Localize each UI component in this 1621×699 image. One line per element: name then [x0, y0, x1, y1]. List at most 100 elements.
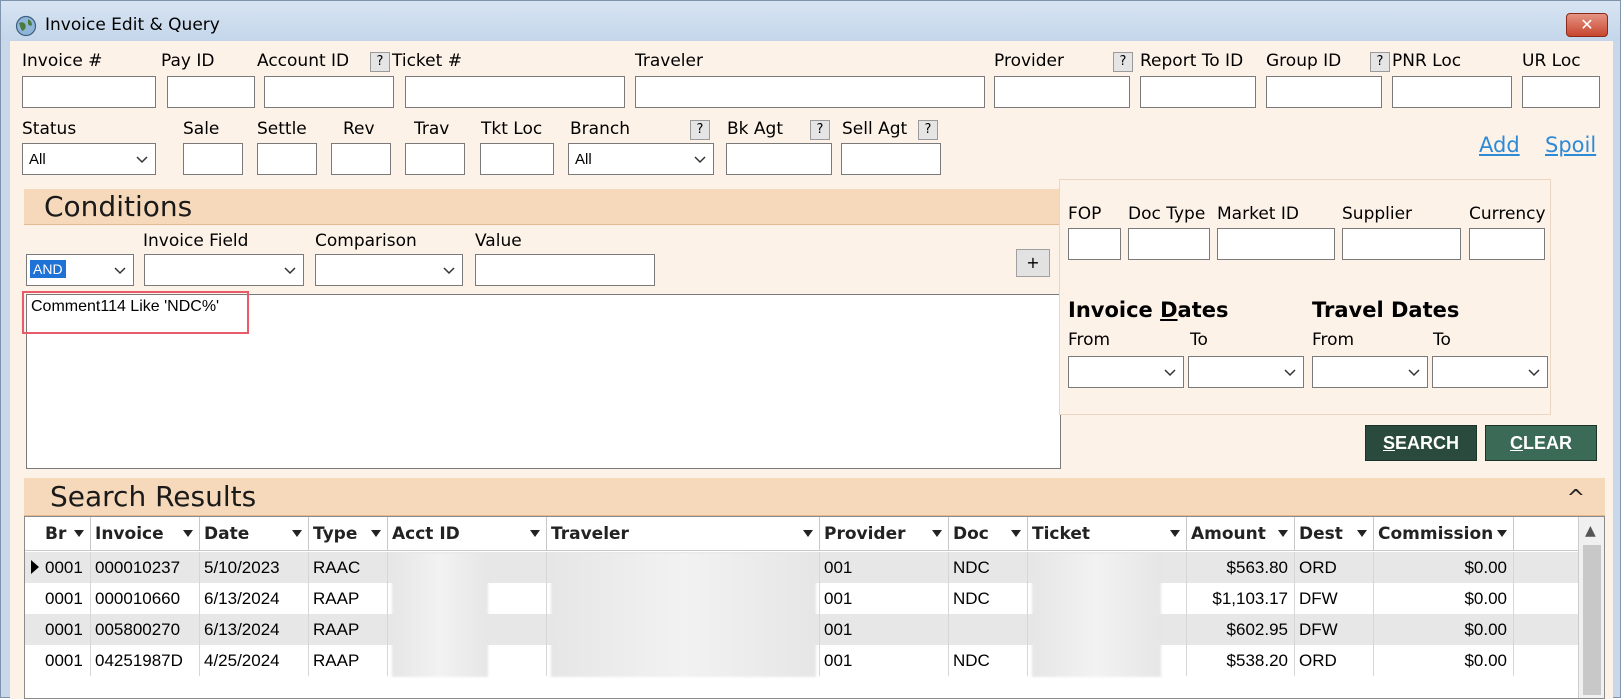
- sale-input[interactable]: [183, 143, 243, 175]
- comparison-select[interactable]: [315, 254, 463, 286]
- account-id-label: Account ID: [257, 51, 350, 71]
- currency-input[interactable]: [1469, 228, 1545, 260]
- supplier-label: Supplier: [1342, 204, 1413, 224]
- sort-arrow-icon: [183, 530, 193, 537]
- close-button[interactable]: ✕: [1566, 13, 1608, 37]
- value-label: Value: [475, 231, 522, 251]
- col-provider[interactable]: Provider: [820, 517, 949, 551]
- spoil-link[interactable]: Spoil: [1545, 133, 1596, 157]
- pnr-loc-input[interactable]: [1392, 76, 1512, 108]
- col-amount[interactable]: Amount: [1187, 517, 1295, 551]
- sort-arrow-icon: [1170, 530, 1180, 537]
- add-condition-button[interactable]: +: [1016, 249, 1050, 277]
- logic-select[interactable]: AND: [26, 254, 134, 286]
- travel-from-select[interactable]: [1312, 356, 1428, 388]
- travel-to-label: To: [1433, 330, 1451, 350]
- col-doc[interactable]: Doc: [949, 517, 1028, 551]
- results-header: Search Results ^: [24, 478, 1605, 516]
- chevron-down-icon: [694, 156, 706, 164]
- branch-select[interactable]: All: [568, 143, 714, 175]
- sort-arrow-icon: [371, 530, 381, 537]
- bk-agt-input[interactable]: [726, 143, 832, 175]
- sell-agt-help-button[interactable]: ?: [918, 120, 938, 140]
- fop-input[interactable]: [1068, 228, 1121, 260]
- market-id-label: Market ID: [1217, 204, 1299, 224]
- col-type[interactable]: Type: [309, 517, 388, 551]
- invoice-dates-heading: Invoice Dates: [1068, 298, 1228, 322]
- provider-label: Provider: [994, 51, 1064, 71]
- invoice-from-select[interactable]: [1068, 356, 1184, 388]
- table-cell: ORD: [1295, 552, 1374, 583]
- col-invoice[interactable]: Invoice: [91, 517, 200, 551]
- col-dest[interactable]: Dest: [1295, 517, 1374, 551]
- col-acct-id[interactable]: Acct ID: [388, 517, 547, 551]
- branch-help-button[interactable]: ?: [690, 120, 710, 140]
- tkt-loc-input[interactable]: [480, 143, 554, 175]
- sort-arrow-icon: [1011, 530, 1021, 537]
- rev-label: Rev: [343, 119, 375, 139]
- table-cell: 4/25/2024: [200, 645, 309, 676]
- collapse-icon[interactable]: ^: [1567, 480, 1585, 518]
- conditions-header: Conditions: [24, 189, 1062, 225]
- sort-arrow-icon: [1357, 530, 1367, 537]
- sell-agt-input[interactable]: [841, 143, 941, 175]
- col-commission[interactable]: Commission: [1374, 517, 1514, 551]
- close-icon: ✕: [1580, 15, 1594, 34]
- value-input[interactable]: [475, 254, 655, 286]
- market-id-input[interactable]: [1217, 228, 1335, 260]
- status-select[interactable]: All: [22, 143, 156, 175]
- col-ticket[interactable]: Ticket: [1028, 517, 1187, 551]
- pay-id-input[interactable]: [167, 76, 255, 108]
- bk-agt-label: Bk Agt: [727, 119, 783, 139]
- provider-input[interactable]: [994, 76, 1130, 108]
- sale-label: Sale: [183, 119, 220, 139]
- comparison-label: Comparison: [315, 231, 417, 251]
- title-bar[interactable]: Invoice Edit & Query ✕: [1, 1, 1620, 41]
- ur-loc-input[interactable]: [1522, 76, 1600, 108]
- ticket-num-input[interactable]: [405, 76, 625, 108]
- current-row-indicator-icon: [31, 560, 39, 574]
- results-scrollbar[interactable]: ▲: [1578, 517, 1604, 698]
- traveler-input[interactable]: [635, 76, 985, 108]
- report-to-id-input[interactable]: [1140, 76, 1256, 108]
- col-amount-label: Amount: [1191, 524, 1266, 544]
- conditions-title: Conditions: [44, 190, 193, 223]
- account-id-input[interactable]: [264, 76, 394, 108]
- invoice-to-select[interactable]: [1188, 356, 1304, 388]
- table-cell: NDC: [949, 645, 1028, 676]
- doc-type-input[interactable]: [1128, 228, 1210, 260]
- scroll-thumb[interactable]: [1583, 545, 1601, 695]
- clear-label: LEAR: [1523, 433, 1572, 453]
- invoice-num-input[interactable]: [22, 76, 156, 108]
- table-cell: DFW: [1295, 583, 1374, 614]
- invoice-field-select[interactable]: [144, 254, 304, 286]
- supplier-input[interactable]: [1342, 228, 1461, 260]
- add-link[interactable]: Add: [1479, 133, 1520, 157]
- traveler-label: Traveler: [635, 51, 703, 71]
- travel-to-select[interactable]: [1432, 356, 1548, 388]
- chevron-down-icon: [136, 156, 148, 164]
- search-button[interactable]: SEARCH: [1365, 425, 1477, 461]
- sort-arrow-icon: [1278, 530, 1288, 537]
- bk-agt-help-button[interactable]: ?: [810, 120, 830, 140]
- settle-input[interactable]: [257, 143, 317, 175]
- col-type-label: Type: [313, 524, 358, 544]
- globe-icon: [15, 15, 37, 37]
- table-cell: NDC: [949, 583, 1028, 614]
- col-invoice-label: Invoice: [95, 524, 164, 544]
- col-date[interactable]: Date: [200, 517, 309, 551]
- col-doc-label: Doc: [953, 524, 989, 544]
- scroll-up-icon[interactable]: ▲: [1585, 523, 1596, 539]
- group-id-input[interactable]: [1266, 76, 1382, 108]
- col-traveler[interactable]: Traveler: [547, 517, 820, 551]
- col-br-label: Br: [45, 524, 67, 544]
- group-id-help-button[interactable]: ?: [1370, 52, 1390, 72]
- clear-button[interactable]: CLEAR: [1485, 425, 1597, 461]
- trav-input[interactable]: [405, 143, 465, 175]
- chevron-down-icon: [114, 267, 126, 275]
- rev-input[interactable]: [331, 143, 391, 175]
- col-br[interactable]: Br: [41, 517, 91, 551]
- provider-help-button[interactable]: ?: [1113, 52, 1133, 72]
- account-id-help-button[interactable]: ?: [370, 52, 390, 72]
- main-form: Invoice # Pay ID Account ID ? Ticket # T…: [10, 41, 1613, 699]
